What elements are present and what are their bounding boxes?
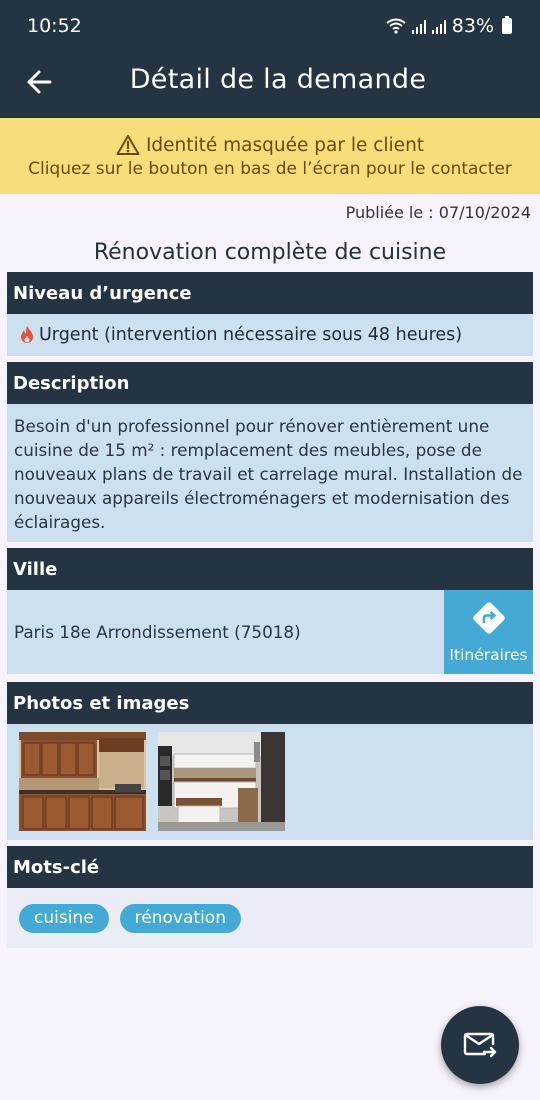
directions-label: Itinéraires	[449, 646, 528, 664]
keyword-chip[interactable]: cuisine	[19, 903, 109, 933]
description-text: Besoin d'un professionnel pour rénover e…	[7, 404, 533, 542]
mail-send-icon	[463, 1032, 497, 1058]
status-icons: 83%	[386, 15, 512, 37]
fire-icon	[21, 326, 33, 343]
directions-button[interactable]: Itinéraires	[444, 590, 533, 674]
city-value: Paris 18e Arrondissement (75018)	[14, 622, 301, 642]
warning-icon	[116, 135, 140, 155]
page-title: Détail de la demande	[129, 64, 427, 95]
urgency-value: Urgent (intervention nécessaire sous 48 …	[39, 325, 463, 345]
status-bar: 10:52 83%	[0, 0, 540, 52]
battery-percent: 83%	[451, 15, 494, 37]
description-heading: Description	[7, 362, 533, 404]
keyword-chip[interactable]: rénovation	[119, 903, 241, 933]
signal-icon-2	[431, 18, 446, 34]
urgency-heading: Niveau d’urgence	[7, 272, 533, 314]
photo-thumbnail-2[interactable]	[158, 732, 285, 831]
warning-title: Identité masquée par le client	[145, 134, 425, 156]
contact-client-button[interactable]	[441, 1006, 519, 1084]
city-heading: Ville	[7, 548, 533, 590]
published-date: Publiée le : 07/10/2024	[345, 203, 531, 222]
photo-thumbnail-1[interactable]	[19, 732, 146, 831]
directions-icon	[473, 602, 505, 634]
battery-icon	[502, 16, 512, 34]
keywords-section: cuisine rénovation	[7, 888, 533, 948]
urgency-section: Urgent (intervention nécessaire sous 48 …	[7, 314, 533, 356]
photos-heading: Photos et images	[7, 682, 533, 724]
wifi-icon	[386, 18, 406, 34]
request-title: Rénovation complète de cuisine	[93, 240, 447, 265]
keywords-heading: Mots-clé	[7, 846, 533, 888]
warning-subtitle: Cliquez sur le bouton en bas de l’écran …	[28, 159, 512, 179]
signal-icon	[411, 18, 426, 34]
photos-section	[7, 724, 533, 840]
identity-warning-banner: Identité masquée par le client Cliquez s…	[0, 118, 540, 194]
kitchen-photo-white	[158, 732, 285, 831]
status-time: 10:52	[27, 15, 82, 37]
city-section: Paris 18e Arrondissement (75018) Itinéra…	[7, 590, 533, 674]
kitchen-photo-wood	[19, 732, 146, 831]
app-bar: Détail de la demande	[0, 52, 540, 118]
